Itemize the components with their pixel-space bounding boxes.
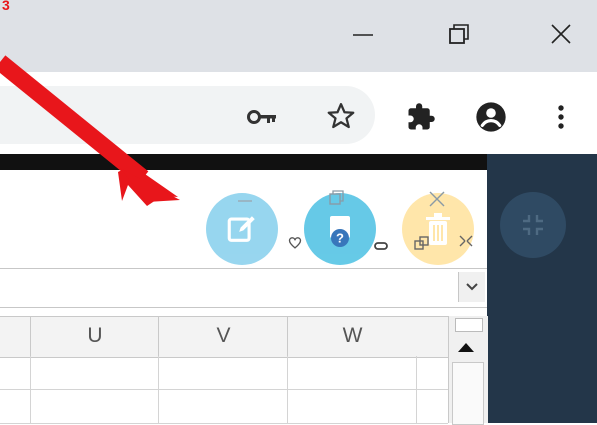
svg-text:3: 3	[2, 0, 10, 13]
red-arrow-annotation: 3	[0, 0, 180, 206]
